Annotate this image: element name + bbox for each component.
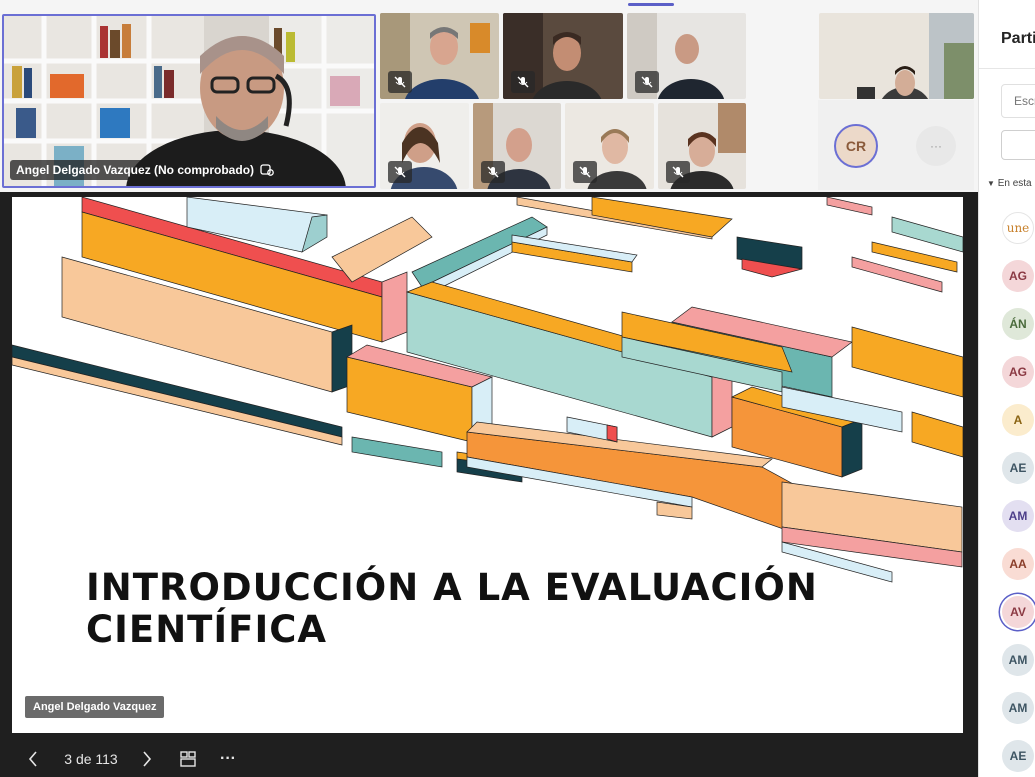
participants-search-input[interactable]: Escri [1001,84,1035,118]
caret-down-icon: ▼ [987,179,995,188]
participant-avatar[interactable]: A [1002,404,1034,436]
presentation-slide: INTRODUCCIÓN A LA EVALUACIÓN CIENTÍFICA [12,197,963,733]
mic-off-icon [635,71,659,93]
participant-avatar[interactable]: AM [1002,644,1034,676]
slides-grid-icon [180,750,196,767]
mic-off-icon [666,161,690,183]
shared-content-stage: INTRODUCCIÓN A LA EVALUACIÓN CIENTÍFICA [0,192,978,777]
participant-avatar[interactable]: AM [1002,692,1034,724]
participant-tile[interactable] [473,103,561,189]
section-label: En esta [997,178,1032,189]
panel-title: Partic [1001,30,1035,47]
slide-title-line-2: CIENTÍFICA [86,608,327,651]
chevron-right-icon [143,750,152,767]
mic-off-icon [511,71,535,93]
participant-avatar[interactable]: AM [1002,500,1034,532]
participant-avatar[interactable]: une [1002,212,1034,244]
mic-off-icon [388,71,412,93]
participant-avatar[interactable]: ÁN [1002,308,1034,340]
mic-off-icon [573,161,597,183]
participant-avatar[interactable]: AA [1002,548,1034,580]
chevron-left-icon [28,750,37,767]
speaker-name: Angel Delgado Vazquez (No comprobado) [16,163,255,177]
speaker-name-tag: Angel Delgado Vazquez (No comprobado) [10,160,281,180]
mic-off-icon [481,161,505,183]
previous-slide-button[interactable] [22,740,44,777]
participant-avatar[interactable]: AV [1002,596,1034,628]
participant-tile[interactable] [658,103,746,189]
more-participants-button[interactable]: ··· [916,126,956,166]
participant-avatar-cr[interactable]: CR [834,124,878,168]
slide-grid-button[interactable] [176,740,200,777]
participant-avatar[interactable]: AG [1002,356,1034,388]
slide-counter: 3 de 113 [64,750,118,767]
mic-off-icon [388,161,412,183]
participant-avatar[interactable]: AE [1002,740,1034,772]
slide-illustration [12,197,963,583]
slide-title: INTRODUCCIÓN A LA EVALUACIÓN CIENTÍFICA [86,567,818,651]
presenter-name-tag: Angel Delgado Vazquez [25,696,165,718]
participant-tile[interactable] [565,103,654,189]
in-meeting-section-header[interactable]: ▼ En esta [987,178,1032,189]
participant-video [819,13,974,99]
next-slide-button[interactable] [136,740,158,777]
participant-tile[interactable] [819,13,974,99]
gallery-page-indicator [628,3,674,6]
participant-tile[interactable] [380,103,469,189]
participant-tile[interactable] [503,13,623,99]
presentation-controls: 3 de 113 ··· [0,740,978,777]
video-gallery: Angel Delgado Vazquez (No comprobado) CR… [0,0,978,192]
participant-avatar[interactable]: AG [1002,260,1034,292]
more-options-button[interactable]: ··· [214,740,242,777]
unverified-icon [260,164,274,176]
participant-tile[interactable] [380,13,499,99]
participant-avatar[interactable]: AE [1002,452,1034,484]
participant-tile[interactable] [627,13,746,99]
participants-panel: Partic Escri ▼ En esta une AG ÁN AG A AE AM AA A… [978,0,1035,777]
panel-divider [979,68,1035,69]
slide-title-line-1: INTRODUCCIÓN A LA EVALUACIÓN [86,566,818,609]
panel-secondary-field[interactable] [1001,130,1035,160]
speaker-video-tile[interactable]: Angel Delgado Vazquez (No comprobado) [2,14,376,188]
